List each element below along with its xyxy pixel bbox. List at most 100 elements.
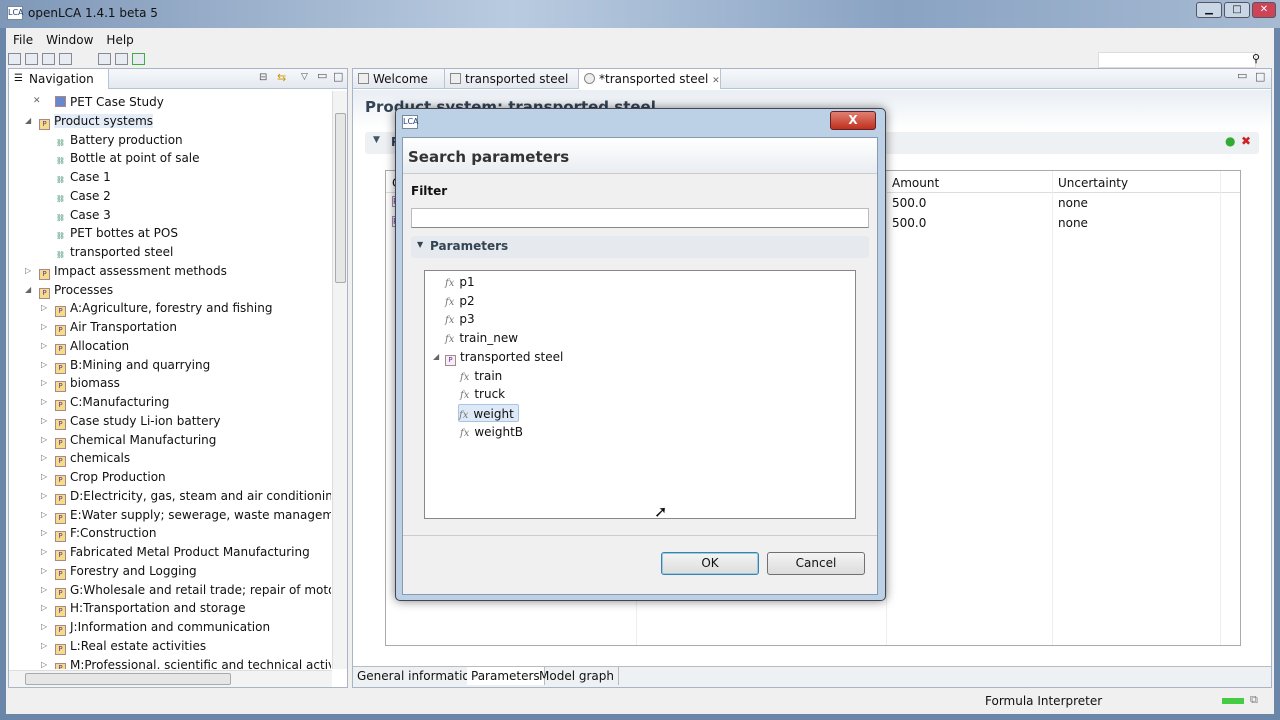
expand-arrow-icon[interactable]: ▷ [41, 656, 47, 670]
collapse-arrow-icon[interactable]: ◢ [433, 348, 439, 366]
collapse-arrow-icon[interactable]: ◢ [25, 112, 31, 130]
expand-arrow-icon[interactable]: ▷ [41, 581, 47, 599]
collapse-arrow-icon[interactable]: ◢ [25, 281, 31, 299]
parameter-tree-item[interactable]: fx train_new [445, 329, 518, 347]
parameter-tree-item[interactable]: fx weightB [460, 423, 523, 441]
tab-navigation[interactable]: ☰ Navigation ✕ [9, 69, 109, 106]
nav-item[interactable]: ▷ P Crop Production [41, 468, 166, 486]
view-menu-icon[interactable]: ▽ [301, 72, 308, 82]
nav-item[interactable]: ▷ P J:Information and communication [41, 618, 270, 636]
page-tab-parameters[interactable]: Parameters [467, 667, 545, 685]
dialog-close-button[interactable]: X [830, 111, 876, 130]
expand-arrow-icon[interactable]: ▷ [41, 412, 47, 430]
menu-window[interactable]: Window [46, 33, 93, 47]
nav-item[interactable]: ▷ Pchemicals [41, 449, 130, 468]
expand-arrow-icon[interactable]: ▷ [41, 431, 47, 449]
minimize-view-icon[interactable]: ▭ [1237, 69, 1247, 82]
progress-view-icon[interactable]: ⧉ [1250, 693, 1258, 707]
parameters-section-header[interactable]: ▼ Parameters [411, 236, 869, 258]
page-tab-model-graph[interactable]: Model graph [535, 667, 619, 685]
nav-item[interactable]: ◢ P Processes [25, 281, 113, 299]
nav-item[interactable]: ▷ P F:Construction [41, 524, 156, 543]
nav-item[interactable]: ▷ P Forestry and Logging [41, 562, 197, 580]
nav-item[interactable]: ⛓ Case 2 [55, 187, 111, 205]
nav-item[interactable]: ◢ P Product systems [25, 112, 154, 130]
nav-item[interactable]: ⛓ Bottle at point of sale [55, 149, 199, 167]
expand-arrow-icon[interactable]: ▷ [41, 543, 47, 561]
expand-arrow-icon[interactable]: ▷ [41, 618, 47, 636]
nav-item[interactable]: ▷ P Impact assessment methods [25, 262, 227, 280]
filter-input[interactable] [411, 208, 869, 228]
nav-item[interactable]: ▷ P Chemical Manufacturing [41, 431, 216, 449]
h-scrollbar-thumb[interactable] [25, 673, 231, 685]
search-icon[interactable]: ⚲ [1252, 52, 1260, 65]
expand-arrow-icon[interactable]: ▷ [41, 374, 47, 392]
page-tab-general-information[interactable]: General information [353, 667, 483, 685]
column-header-uncertainty[interactable]: Uncertainty [1058, 176, 1128, 190]
parameter-tree-item[interactable]: fx truck [460, 385, 505, 403]
ok-button[interactable]: OK [661, 552, 759, 575]
save-icon[interactable] [25, 53, 38, 65]
horizontal-scrollbar[interactable] [9, 670, 332, 687]
expand-arrow-icon[interactable]: ▷ [41, 599, 47, 617]
nav-item[interactable]: ▷ P E:Water supply; sewerage, waste manage… [41, 506, 331, 524]
save-all-icon[interactable] [59, 53, 72, 65]
tab-transported-steel-system[interactable]: *transported steel ✕ [579, 69, 721, 89]
close-window-button[interactable]: ✕ [1252, 2, 1276, 18]
expand-arrow-icon[interactable]: ▷ [41, 449, 47, 467]
link-editor-icon[interactable]: ⇆ [277, 71, 286, 84]
expand-arrow-icon[interactable]: ▷ [41, 337, 47, 355]
nav-item[interactable]: ▷ P H:Transportation and storage [41, 599, 246, 618]
expand-arrow-icon[interactable]: ▷ [41, 506, 47, 524]
parameter-tree-item[interactable]: fx weight [458, 403, 519, 422]
scrollbar-thumb[interactable] [335, 113, 346, 283]
nav-item[interactable]: ▷ P L:Real estate activities [41, 637, 206, 655]
nav-item[interactable]: ▷ P G:Wholesale and retail trade; repair o… [41, 581, 331, 599]
expand-arrow-icon[interactable]: ▷ [41, 487, 47, 505]
nav-item[interactable]: ⛓ Case 3 [55, 206, 111, 224]
maximize-button[interactable]: □ [1224, 2, 1250, 18]
tab-welcome[interactable]: Welcome [353, 69, 445, 89]
expand-arrow-icon[interactable]: ▷ [25, 262, 31, 280]
remove-icon[interactable]: ✖ [1241, 134, 1251, 148]
nav-item[interactable]: ⛓ PET bottes at POS [55, 224, 178, 242]
quick-search-input[interactable] [1098, 52, 1256, 68]
nav-item[interactable]: ▷ P M:Professional, scientific and technic… [41, 656, 331, 669]
minimize-button[interactable]: ▁ [1196, 2, 1222, 18]
collapse-all-icon[interactable]: ⊟ [259, 72, 267, 83]
nav-item[interactable]: ▷ P A:Agriculture, forestry and fishing [41, 299, 272, 318]
expand-arrow-icon[interactable]: ▷ [41, 468, 47, 486]
nav-item[interactable]: ⛓ Case 1 [55, 168, 111, 186]
nav-item[interactable]: PET Case Study [55, 93, 164, 111]
menu-help[interactable]: Help [106, 33, 133, 47]
parameter-tree-item[interactable]: fx p1 [445, 273, 475, 291]
maximize-view-icon[interactable]: □ [333, 70, 343, 83]
maximize-view-icon[interactable]: □ [1255, 70, 1265, 83]
nav-item[interactable]: ▷ P Air Transportation [41, 318, 177, 336]
formula-run-icon[interactable] [131, 53, 145, 65]
expand-arrow-icon[interactable]: ▷ [41, 637, 47, 655]
close-tab-icon[interactable]: ✕ [712, 76, 720, 86]
save-as-icon[interactable] [42, 53, 55, 65]
nav-item[interactable]: ⛓ transported steel [55, 243, 173, 261]
parameter-tree-item[interactable]: ◢ Ptransported steel [433, 348, 563, 366]
nav-item[interactable]: ⛓ Battery production [55, 131, 183, 149]
expand-arrow-icon[interactable]: ▷ [41, 356, 47, 374]
expand-arrow-icon[interactable]: ▷ [41, 299, 47, 317]
nav-item[interactable]: ▷ Pbiomass [41, 374, 120, 393]
console-icon[interactable] [97, 53, 111, 65]
expand-arrow-icon[interactable]: ▷ [41, 562, 47, 580]
parameter-tree-item[interactable]: fx p2 [445, 292, 475, 310]
minimize-view-icon[interactable]: ▭ [317, 69, 327, 82]
parameter-tree-item[interactable]: fx p3 [445, 310, 475, 328]
nav-item[interactable]: ▷ P D:Electricity, gas, steam and air cond… [41, 487, 331, 505]
add-icon[interactable]: ● [1225, 134, 1235, 148]
expand-arrow-icon[interactable]: ▷ [41, 524, 47, 542]
home-icon[interactable] [8, 53, 21, 65]
nav-item[interactable]: ▷ P Allocation [41, 337, 129, 355]
nav-item[interactable]: ▷ P C:Manufacturing [41, 393, 169, 411]
report-icon[interactable] [114, 53, 128, 65]
expand-arrow-icon[interactable]: ▷ [41, 318, 47, 336]
parameter-tree-item[interactable]: fx train [460, 367, 502, 385]
nav-item[interactable]: ▷ P Case study Li-ion battery [41, 412, 221, 430]
